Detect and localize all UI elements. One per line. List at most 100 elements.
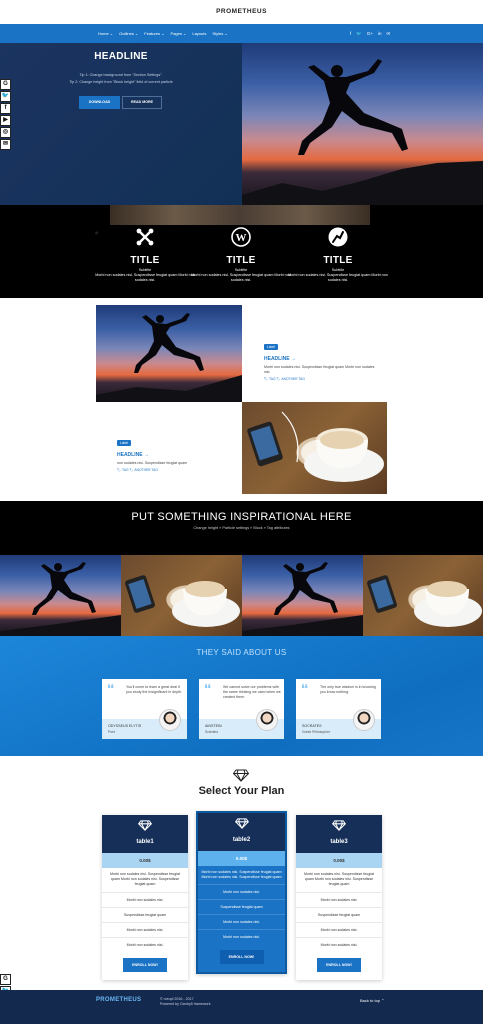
google-icon[interactable]: G xyxy=(0,974,11,985)
read-more-button[interactable]: READ MORE xyxy=(122,96,162,109)
google-plus-icon[interactable]: G+ xyxy=(367,31,373,36)
footer-logo[interactable]: PROMETHEUS xyxy=(96,997,141,1003)
feature-subtitle: Subtitle xyxy=(331,268,345,272)
testimonials-title: THEY SAID ABOUT US xyxy=(196,648,287,657)
feature-text: Morbi non sodales nisi. Suspendisse feug… xyxy=(95,273,195,283)
plans-title: Select Your Plan xyxy=(198,785,285,797)
image-gallery xyxy=(0,555,483,636)
gallery-image-jumper[interactable] xyxy=(242,555,363,636)
blog-card: Label HEADLINE → Morbi non sodales nisi.… xyxy=(264,335,379,381)
plan-feature: Morbi non sodales nisi. xyxy=(296,936,382,952)
avatar xyxy=(353,709,375,731)
menu-item-layouts[interactable]: Layouts xyxy=(192,31,206,36)
feature-title: TITLE xyxy=(323,255,353,266)
grav-icon xyxy=(328,227,348,247)
card-tags[interactable]: 🏷 TAG 🏷 ANOTHER TAG xyxy=(117,468,232,472)
testimonial-card: “ We cannot solve our problems with the … xyxy=(199,679,284,739)
site-logo[interactable]: PROMETHEUS xyxy=(0,0,483,24)
main-menu: Home ⌄ Outlines ⌄ Features ⌄ Pages ⌄ Lay… xyxy=(98,24,228,43)
enroll-button[interactable]: ENROLL NOW! xyxy=(219,950,264,965)
mail-icon[interactable]: ✉ xyxy=(387,31,391,37)
plan-feature: Morbi non sodales nisi. xyxy=(102,891,188,907)
google-icon[interactable]: G xyxy=(0,79,11,90)
menu-item-styles[interactable]: Styles ⌄ xyxy=(212,31,227,36)
plan-feature: Morbi non sodales nisi. xyxy=(102,936,188,952)
blog-image-jumper[interactable] xyxy=(96,305,242,402)
twitter-icon[interactable]: 🐦 xyxy=(0,91,11,102)
plan-description: Morbi non sodales nisi. Suspendisse feug… xyxy=(201,870,282,880)
gallery-image-coffee[interactable] xyxy=(363,555,483,636)
back-to-top-link[interactable]: Back to top ⌃ xyxy=(360,998,384,1003)
hero-image-jumper xyxy=(242,43,483,205)
menu-item-pages[interactable]: Pages ⌄ xyxy=(171,31,187,36)
plan-price: 0.00$ xyxy=(102,853,188,868)
blog-section: Label HEADLINE → Morbi non sodales nisi.… xyxy=(0,298,483,501)
plan-feature: Suspendisse feugiat quam xyxy=(296,906,382,922)
plan-feature: Suspendisse feugiat quam xyxy=(198,899,285,914)
plan-name: table2 xyxy=(232,837,251,843)
instagram-icon[interactable]: ◎ xyxy=(0,127,11,138)
svg-text:W: W xyxy=(236,232,247,244)
plan-name: table1 xyxy=(136,839,154,845)
download-button[interactable]: DOWNLOAD xyxy=(79,96,120,109)
feature-item: TITLE Subtitle Morbi non sodales nisi. S… xyxy=(288,227,388,283)
coffee-cup-icon xyxy=(367,575,482,627)
jumper-silhouette-icon xyxy=(0,562,121,636)
testimonial-card: “ You'll come to learn a great deal if y… xyxy=(102,679,187,739)
gallery-image-coffee[interactable] xyxy=(121,555,242,636)
plan-feature: Morbi non sodales nisi. xyxy=(296,891,382,907)
enroll-button[interactable]: ENROLL NOW! xyxy=(123,957,167,972)
facebook-icon[interactable]: f xyxy=(0,103,11,114)
feature-title: TITLE xyxy=(130,255,160,266)
mail-icon[interactable]: ✉ xyxy=(0,139,11,150)
label-badge: Label xyxy=(264,344,279,350)
footer-copyright: © rzeupl 2016 - 2017 Powered by Gantry5 … xyxy=(160,997,211,1008)
enroll-button[interactable]: ENROLL NOW! xyxy=(317,957,361,972)
feature-text: Morbi non sodales nisi. Suspendisse feug… xyxy=(191,273,291,283)
author-name: SOCRATES xyxy=(302,724,322,728)
jumper-silhouette-icon xyxy=(96,313,242,402)
card-headline-link[interactable]: HEADLINE → xyxy=(264,356,379,362)
hero-tip-1: Tip 1: Change background from "Section S… xyxy=(79,73,163,77)
gallery-image-jumper[interactable] xyxy=(0,555,121,636)
testimonial-text: You'll come to learn a great deal if you… xyxy=(126,685,183,695)
jumper-silhouette-icon xyxy=(242,59,483,205)
avatar xyxy=(256,709,278,731)
linkedin-icon[interactable]: in xyxy=(378,31,382,36)
avatar xyxy=(159,709,181,731)
floating-social-bar: G 🐦 f ▶ ◎ ✉ xyxy=(0,79,11,150)
pricing-section: Select Your Plan table1 0.00$ Morbi non … xyxy=(0,756,483,990)
diamond-icon xyxy=(137,820,153,832)
quote-icon: “ xyxy=(107,681,115,698)
hero-section: HEADLINE Tip 1: Change background from "… xyxy=(0,43,483,205)
card-headline-link[interactable]: HEADLINE → xyxy=(117,452,232,458)
features-section: TITLE Subtitle Morbi non sodales nisi. S… xyxy=(0,205,483,298)
testimonials-section: THEY SAID ABOUT US “ You'll come to lear… xyxy=(0,636,483,756)
plan-name: table3 xyxy=(330,839,348,845)
diamond-icon xyxy=(233,769,249,782)
card-tags[interactable]: 🏷 TAG 🏷 ANOTHER TAG xyxy=(264,377,379,381)
plan-price: 0.00$ xyxy=(198,851,285,866)
youtube-icon[interactable]: ▶ xyxy=(0,115,11,126)
author-role: Scientist xyxy=(205,730,218,734)
author-name: ODYSSEUS ELYTIS xyxy=(108,724,142,728)
header-social: f 🐦 G+ in ✉ xyxy=(350,24,390,43)
main-navigation: Home ⌄ Outlines ⌄ Features ⌄ Pages ⌄ Lay… xyxy=(0,24,483,43)
blog-card: Label HEADLINE → non sodales nisi. Suspe… xyxy=(117,431,232,472)
wordpress-icon: W xyxy=(231,227,251,247)
plan-description: Morbi non sodales nisi. Suspendisse feug… xyxy=(303,872,375,887)
plan-feature: Morbi non sodales nisi. xyxy=(198,914,285,929)
author-role: Greek Philosopher xyxy=(302,730,331,734)
banner-subtitle: Change height » Particle settings » Bloc… xyxy=(193,526,290,530)
menu-item-home[interactable]: Home ⌄ xyxy=(98,31,113,36)
facebook-icon[interactable]: f xyxy=(350,31,351,36)
menu-item-outlines[interactable]: Outlines ⌄ xyxy=(119,31,138,36)
twitter-icon[interactable]: 🐦 xyxy=(356,31,362,37)
blog-image-coffee[interactable] xyxy=(242,402,387,494)
powered-by-link[interactable]: Powered by Gantry5 framework xyxy=(160,1002,211,1007)
menu-item-features[interactable]: Features ⌄ xyxy=(144,31,164,36)
jumper-silhouette-icon xyxy=(242,562,363,636)
banner-title: PUT SOMETHING INSPIRATIONAL HERE xyxy=(131,511,352,523)
top-header: PROMETHEUS xyxy=(0,0,483,24)
plan-feature: Morbi non sodales nisi. xyxy=(198,884,285,899)
